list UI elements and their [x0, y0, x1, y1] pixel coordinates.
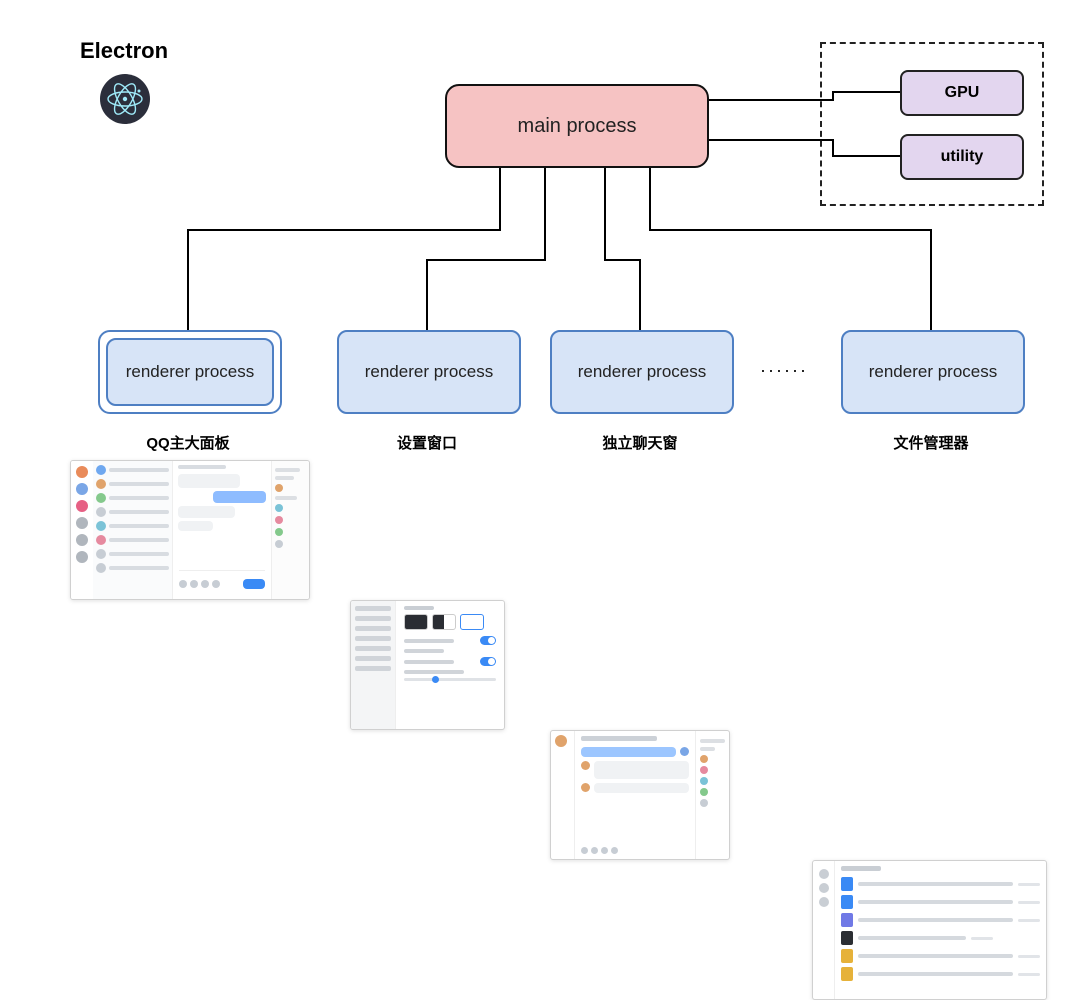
thumb-settings — [350, 600, 505, 730]
renderer-1-box: renderer process — [106, 338, 274, 406]
renderer-3-label: renderer process — [578, 362, 707, 382]
renderer-3-box: renderer process — [550, 330, 734, 414]
renderer-4-label: renderer process — [869, 362, 998, 382]
toggle-icon — [480, 636, 496, 645]
renderer-1-label: renderer process — [126, 362, 255, 382]
toggle-icon — [480, 657, 496, 666]
renderer-1-outer: renderer process — [98, 330, 282, 414]
settings-main — [396, 601, 504, 729]
gpu-module-box: GPU — [900, 70, 1024, 116]
thumb-qq-main — [70, 460, 310, 600]
qq-chat-area — [173, 461, 271, 599]
title-electron: Electron — [80, 38, 168, 64]
chat-right — [695, 731, 729, 859]
chat-main — [575, 731, 695, 859]
renderer-ellipsis: ······ — [760, 360, 808, 381]
settings-sidebar — [351, 601, 396, 729]
renderer-2-box: renderer process — [337, 330, 521, 414]
chat-left — [551, 731, 575, 859]
main-process-box: main process — [445, 84, 709, 168]
caption-chat: 独立聊天窗 — [550, 432, 730, 453]
qq-sidebar — [71, 461, 94, 599]
caption-qq-main: QQ主大面板 — [98, 432, 278, 453]
electron-logo-icon — [100, 74, 150, 124]
fm-main — [835, 861, 1046, 999]
utility-label: utility — [941, 148, 984, 166]
utility-module-box: utility — [900, 134, 1024, 180]
main-process-label: main process — [518, 115, 637, 138]
renderer-2-label: renderer process — [365, 362, 494, 382]
thumb-file-manager — [812, 860, 1047, 1000]
fm-sidebar — [813, 861, 835, 999]
gpu-label: GPU — [945, 84, 980, 102]
caption-settings: 设置窗口 — [337, 432, 517, 453]
diagram-canvas: Electron main — [0, 0, 1077, 640]
qq-conversation-list — [93, 461, 173, 599]
module-group — [820, 42, 1044, 206]
qq-aside — [271, 461, 309, 599]
renderer-4-box: renderer process — [841, 330, 1025, 414]
thumb-chat — [550, 730, 730, 860]
caption-files: 文件管理器 — [841, 432, 1021, 453]
